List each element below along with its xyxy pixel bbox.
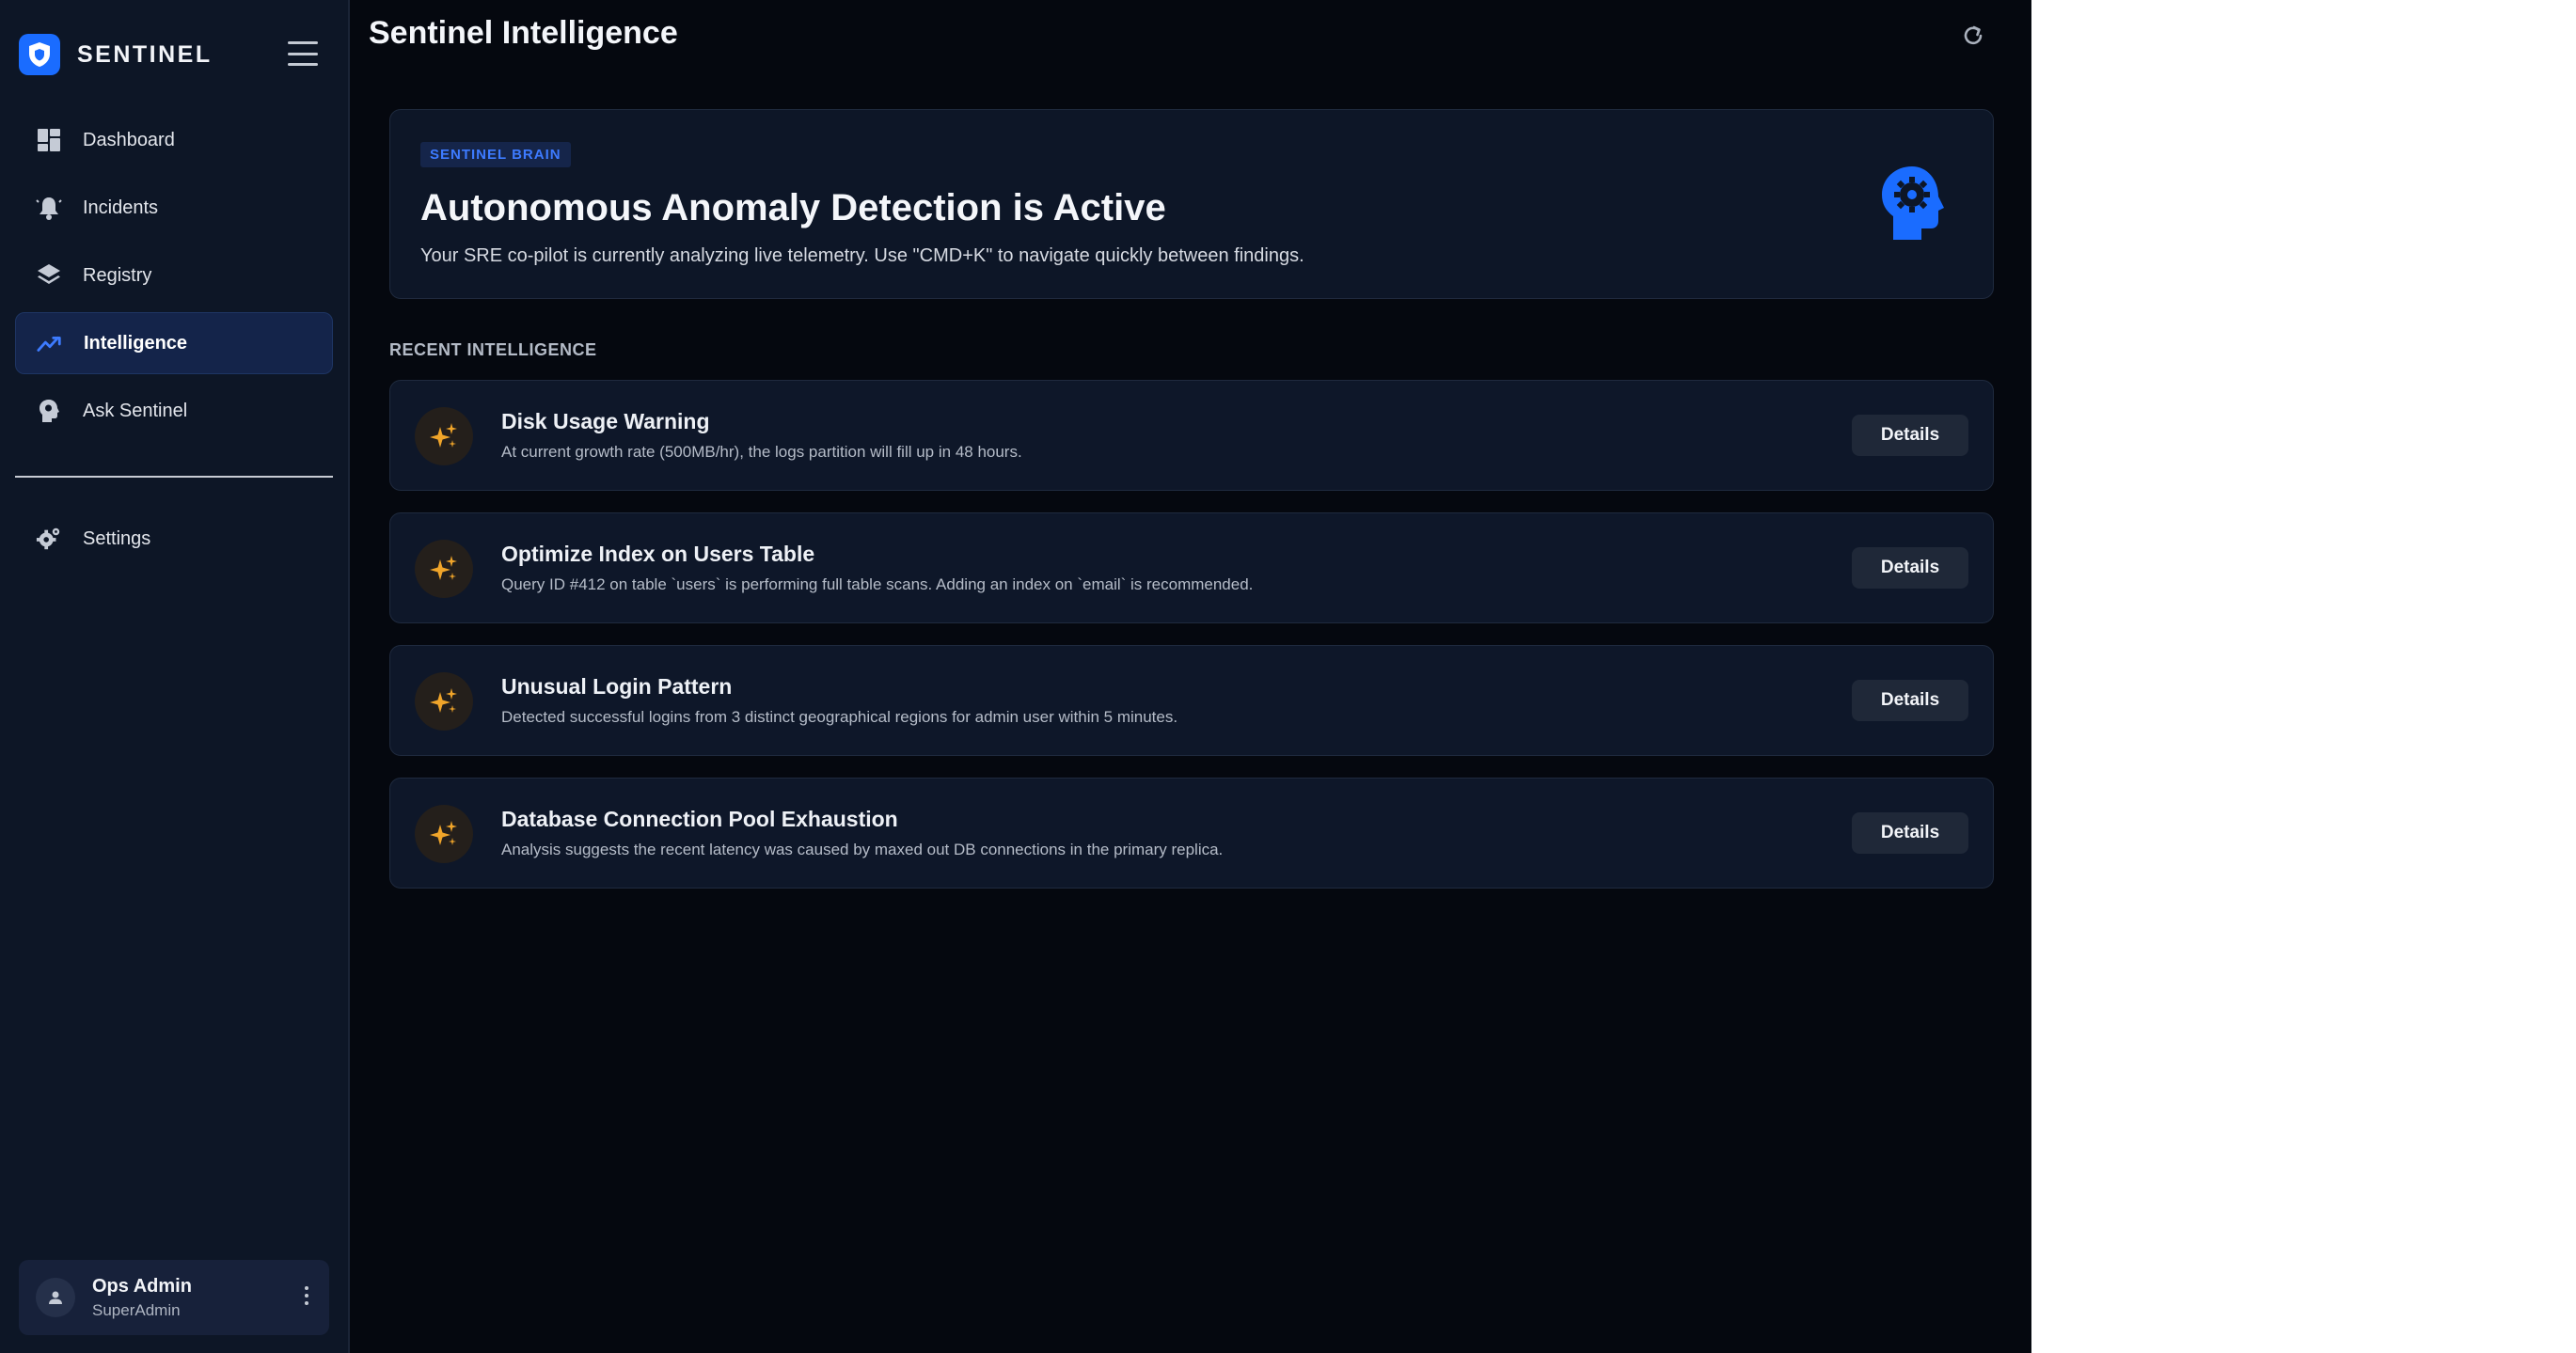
user-name: Ops Admin: [92, 1275, 192, 1297]
details-button[interactable]: Details: [1852, 415, 1968, 456]
details-button[interactable]: Details: [1852, 547, 1968, 589]
hero-subtitle: Your SRE co-pilot is currently analyzing…: [420, 245, 1304, 266]
refresh-icon[interactable]: [1956, 19, 1990, 53]
sidebar-item-incidents[interactable]: Incidents: [15, 177, 333, 239]
sidebar-item-registry[interactable]: Registry: [15, 244, 333, 307]
sidebar-divider: [15, 476, 333, 478]
page-title: Sentinel Intelligence: [369, 15, 678, 51]
sidebar-item-label: Intelligence: [84, 332, 188, 354]
sparkle-icon: [415, 407, 473, 465]
shield-logo-icon: [19, 34, 60, 75]
details-button[interactable]: Details: [1852, 812, 1968, 854]
hero-badge: SENTINEL BRAIN: [420, 142, 571, 167]
insight-list: Disk Usage Warning At current growth rat…: [389, 380, 1994, 910]
main-content: Sentinel Intelligence SENTINEL BRAIN Aut…: [350, 0, 2031, 1353]
insight-description: Analysis suggests the recent latency was…: [501, 841, 1224, 858]
insight-title: Disk Usage Warning: [501, 409, 710, 433]
sidebar-item-label: Dashboard: [83, 129, 175, 150]
sidebar-nav: Dashboard Incidents Registry Intelligenc…: [15, 109, 333, 448]
insight-title: Optimize Index on Users Table: [501, 542, 815, 566]
section-label: RECENT INTELLIGENCE: [389, 340, 597, 359]
insight-description: Detected successful logins from 3 distin…: [501, 708, 1178, 726]
brand[interactable]: SENTINEL: [19, 34, 213, 75]
sparkle-icon: [415, 805, 473, 863]
list-item: Optimize Index on Users Table Query ID #…: [389, 512, 1994, 623]
list-item: Disk Usage Warning At current growth rat…: [389, 380, 1994, 491]
menu-toggle-icon[interactable]: [288, 41, 318, 66]
sparkle-icon: [415, 540, 473, 598]
insight-title: Database Connection Pool Exhaustion: [501, 807, 898, 831]
user-profile-card[interactable]: Ops Admin SuperAdmin: [19, 1260, 329, 1335]
brain-head-icon: [36, 398, 62, 424]
user-role: SuperAdmin: [92, 1300, 181, 1319]
app-window: SENTINEL Dashboard Incidents Registry In…: [0, 0, 2031, 1353]
sidebar-item-label: Settings: [83, 527, 151, 549]
bell-icon: [36, 195, 62, 221]
trending-icon: [37, 330, 63, 356]
sidebar-item-intelligence[interactable]: Intelligence: [15, 312, 333, 374]
avatar: [36, 1278, 75, 1317]
sparkle-icon: [415, 672, 473, 731]
gear-icon: [36, 526, 62, 552]
insight-title: Unusual Login Pattern: [501, 674, 733, 699]
hero-title: Autonomous Anomaly Detection is Active: [420, 187, 1166, 228]
sidebar-item-ask-sentinel[interactable]: Ask Sentinel: [15, 380, 333, 442]
list-item: Unusual Login Pattern Detected successfu…: [389, 645, 1994, 756]
list-item: Database Connection Pool Exhaustion Anal…: [389, 778, 1994, 889]
insight-description: Query ID #412 on table `users` is perfor…: [501, 575, 1254, 593]
insight-description: At current growth rate (500MB/hr), the l…: [501, 443, 1022, 461]
hero-banner: SENTINEL BRAIN Autonomous Anomaly Detect…: [389, 109, 1994, 299]
brand-name: SENTINEL: [77, 40, 213, 68]
more-vertical-icon[interactable]: [305, 1286, 308, 1305]
layers-icon: [36, 262, 62, 289]
details-button[interactable]: Details: [1852, 680, 1968, 721]
dashboard-icon: [36, 127, 62, 153]
sidebar-item-label: Registry: [83, 264, 152, 286]
sidebar: SENTINEL Dashboard Incidents Registry In…: [0, 0, 350, 1353]
sidebar-item-label: Incidents: [83, 197, 159, 218]
sidebar-item-label: Ask Sentinel: [83, 400, 188, 421]
brain-gear-icon: [1876, 163, 1948, 244]
sidebar-item-dashboard[interactable]: Dashboard: [15, 109, 333, 171]
sidebar-item-settings[interactable]: Settings: [15, 508, 333, 570]
